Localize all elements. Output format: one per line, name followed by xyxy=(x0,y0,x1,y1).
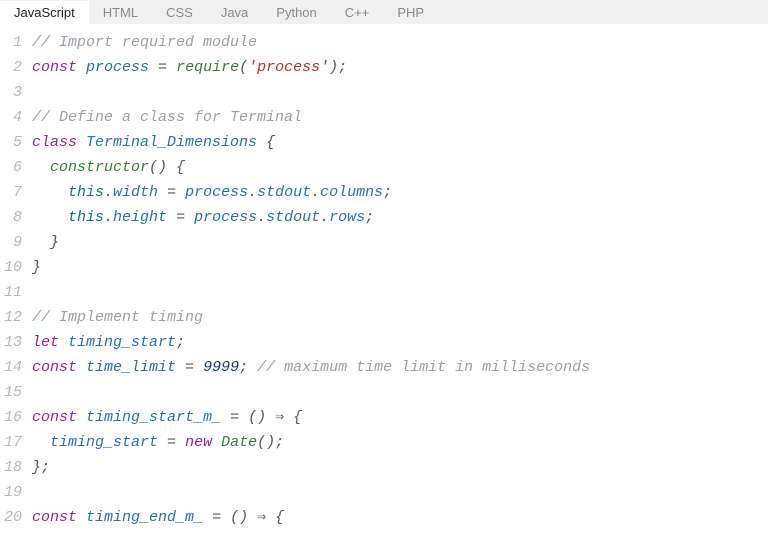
tab-html[interactable]: HTML xyxy=(89,1,152,24)
code-line: 14 const time_limit = 9999; // maximum t… xyxy=(0,355,768,380)
line-number: 6 xyxy=(0,155,32,180)
code-line: 11 xyxy=(0,280,768,305)
code-line: 8 this.height = process.stdout.rows; xyxy=(0,205,768,230)
code-line: 20 const timing_end_m_ = () ⇒ { xyxy=(0,505,768,530)
language-tabs: JavaScript HTML CSS Java Python C++ PHP xyxy=(0,0,768,24)
line-number: 10 xyxy=(0,255,32,280)
tab-php[interactable]: PHP xyxy=(383,1,438,24)
code-line: 19 xyxy=(0,480,768,505)
code-editor[interactable]: 1 // Import required module 2 const proc… xyxy=(0,24,768,530)
tab-javascript[interactable]: JavaScript xyxy=(0,1,89,24)
code-line: 5 class Terminal_Dimensions { xyxy=(0,130,768,155)
code-line: 4 // Define a class for Terminal xyxy=(0,105,768,130)
code-line: 18 }; xyxy=(0,455,768,480)
code-line: 3 xyxy=(0,80,768,105)
code-line: 9 } xyxy=(0,230,768,255)
tab-python[interactable]: Python xyxy=(262,1,330,24)
line-number: 4 xyxy=(0,105,32,130)
tab-java[interactable]: Java xyxy=(207,1,262,24)
line-number: 2 xyxy=(0,55,32,80)
line-number: 3 xyxy=(0,80,32,105)
code-line: 10 } xyxy=(0,255,768,280)
line-number: 13 xyxy=(0,330,32,355)
line-number: 19 xyxy=(0,480,32,505)
line-number: 9 xyxy=(0,230,32,255)
code-line: 13 let timing_start; xyxy=(0,330,768,355)
tab-cpp[interactable]: C++ xyxy=(331,1,384,24)
line-number: 16 xyxy=(0,405,32,430)
line-number: 1 xyxy=(0,30,32,55)
line-number: 17 xyxy=(0,430,32,455)
code-line: 16 const timing_start_m_ = () ⇒ { xyxy=(0,405,768,430)
code-line: 2 const process = require('process'); xyxy=(0,55,768,80)
line-number: 12 xyxy=(0,305,32,330)
line-number: 5 xyxy=(0,130,32,155)
line-number: 11 xyxy=(0,280,32,305)
code-line: 1 // Import required module xyxy=(0,30,768,55)
code-line: 7 this.width = process.stdout.columns; xyxy=(0,180,768,205)
line-number: 18 xyxy=(0,455,32,480)
line-number: 8 xyxy=(0,205,32,230)
line-number: 14 xyxy=(0,355,32,380)
code-line: 15 xyxy=(0,380,768,405)
code-line: 12 // Implement timing xyxy=(0,305,768,330)
code-line: 6 constructor() { xyxy=(0,155,768,180)
code-line: 17 timing_start = new Date(); xyxy=(0,430,768,455)
tab-css[interactable]: CSS xyxy=(152,1,207,24)
line-number: 7 xyxy=(0,180,32,205)
line-number: 20 xyxy=(0,505,32,530)
line-number: 15 xyxy=(0,380,32,405)
